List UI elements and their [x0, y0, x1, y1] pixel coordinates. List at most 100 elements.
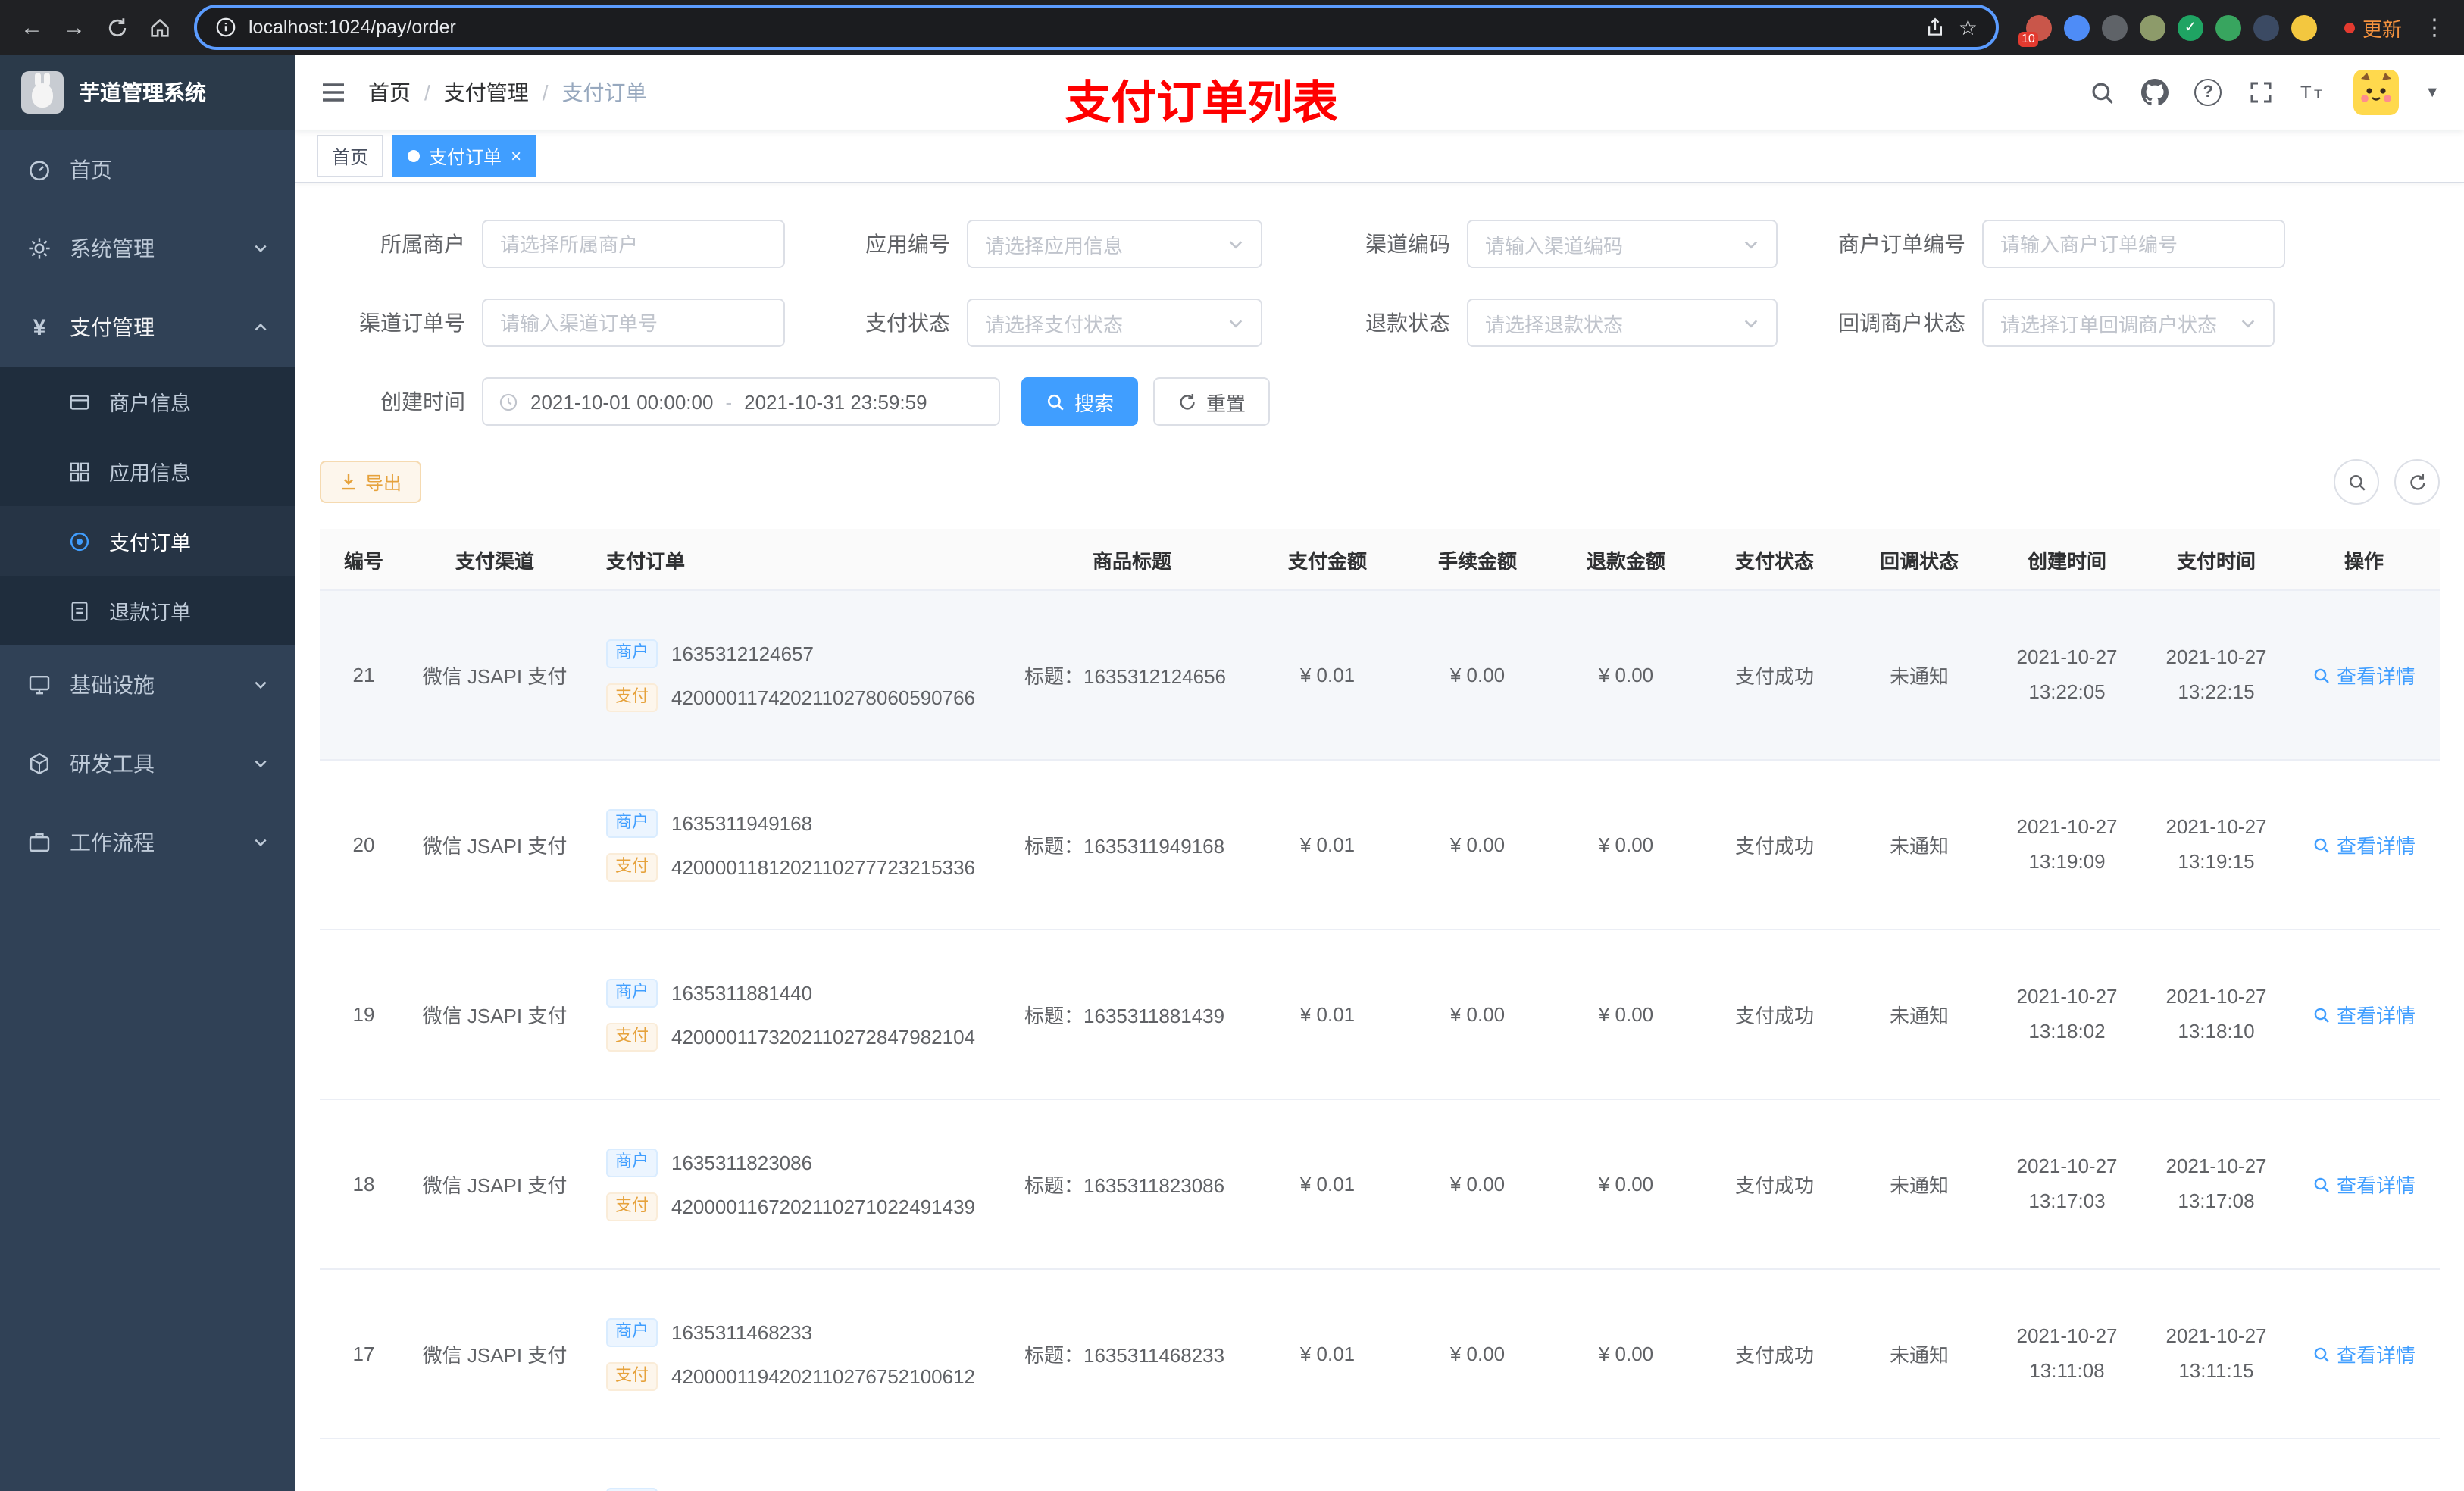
- table-body: 21 微信 JSAPI 支付 商户 1635312124657 支付 42000…: [320, 591, 2440, 1491]
- browser-chrome: ← → localhost:1024/pay/order ☆ 10 ✓ 更新 ⋮: [0, 0, 2464, 55]
- share-icon[interactable]: [1925, 17, 1946, 38]
- order-id-cell: 21: [352, 664, 375, 686]
- extension-7-icon[interactable]: [2253, 14, 2279, 40]
- sidebar-toggle-button[interactable]: [320, 79, 347, 106]
- chevron-down-icon: [253, 835, 268, 850]
- merchant-tag: 商户: [606, 639, 658, 667]
- yen-icon: ¥: [33, 314, 46, 340]
- extension-3-icon[interactable]: [2101, 14, 2128, 40]
- col-pay-status: 支付状态: [1734, 549, 1814, 572]
- pay-time-cell: 2021-10-27 13:22:15: [2165, 645, 2267, 703]
- clock-icon: [499, 392, 518, 411]
- reload-icon[interactable]: [97, 8, 136, 47]
- search-button[interactable]: 搜索: [1021, 377, 1139, 426]
- sidebar-item-pay-order[interactable]: 支付订单: [0, 506, 295, 576]
- sidebar-item-system[interactable]: 系统管理: [0, 209, 295, 288]
- browser-menu-icon[interactable]: ⋮: [2417, 14, 2452, 41]
- merchant-order-no: 1635311881440: [671, 981, 813, 1004]
- url-bar[interactable]: localhost:1024/pay/order ☆: [194, 5, 1999, 50]
- create-time-cell: 2021-10-27 13:22:05: [2016, 645, 2118, 703]
- channel-code-select[interactable]: 请输入渠道编码: [1467, 220, 1778, 268]
- view-detail-link[interactable]: 查看详情: [2312, 1339, 2416, 1368]
- sidebar-item-refund-order[interactable]: 退款订单: [0, 576, 295, 645]
- sidebar-item-workflow[interactable]: 工作流程: [0, 803, 295, 882]
- main-area: 首页 / 支付管理 / 支付订单 支付订单列表 ? TT ▼ 首页 支付订单 ×…: [295, 55, 2464, 1491]
- view-detail-link[interactable]: 查看详情: [2312, 661, 2416, 689]
- pay-tag: 支付: [606, 1361, 658, 1390]
- caret-down-icon[interactable]: ▼: [2425, 84, 2440, 101]
- breadcrumb-home[interactable]: 首页: [368, 77, 411, 108]
- refund-amount-cell: ¥ 0.00: [1598, 1343, 1654, 1365]
- forward-icon[interactable]: →: [55, 8, 94, 47]
- github-icon[interactable]: [2141, 79, 2169, 106]
- product-title-cell: 标题：1635311823086: [1024, 1174, 1225, 1197]
- channel-pay-no: 4200001181202110277723215336: [671, 855, 976, 878]
- actions-cell: 查看详情: [2288, 661, 2440, 689]
- sidebar-item-merchant-info[interactable]: 商户信息: [0, 367, 295, 436]
- extension-4-icon[interactable]: [2139, 14, 2165, 40]
- pay-amount-cell: ¥ 0.01: [1299, 1173, 1356, 1196]
- export-button[interactable]: 导出: [320, 461, 422, 503]
- back-icon[interactable]: ←: [12, 8, 52, 47]
- chevron-down-icon: [253, 756, 268, 771]
- pay-status-select[interactable]: 请选择支付状态: [967, 299, 1262, 347]
- filter-pay-status: 支付状态 请选择支付状态: [805, 299, 1262, 347]
- pay-order-cell: 商户 1635311823086 支付 42000011672021102710…: [582, 1148, 1012, 1221]
- channel-order-no-input[interactable]: [482, 299, 785, 347]
- extension-5-icon[interactable]: ✓: [2177, 14, 2203, 40]
- sidebar-item-home[interactable]: 首页: [0, 130, 295, 209]
- reset-button[interactable]: 重置: [1153, 377, 1271, 426]
- cube-icon: [27, 752, 52, 776]
- chevron-down-icon: [253, 677, 268, 692]
- refund-status-select[interactable]: 请选择退款状态: [1467, 299, 1778, 347]
- sidebar-item-dev-tools[interactable]: 研发工具: [0, 724, 295, 803]
- update-button[interactable]: 更新: [2344, 13, 2402, 42]
- merchant-input[interactable]: [482, 220, 785, 268]
- pay-amount-cell: ¥ 0.01: [1299, 833, 1356, 856]
- home-icon[interactable]: [139, 8, 179, 47]
- table-toolbar: 导出: [320, 459, 2440, 505]
- col-amount: 支付金额: [1287, 549, 1367, 572]
- sidebar-item-infrastructure[interactable]: 基础设施: [0, 645, 295, 724]
- date-range-picker[interactable]: 2021-10-01 00:00:00 - 2021-10-31 23:59:5…: [482, 377, 1000, 426]
- extension-6-icon[interactable]: [2215, 14, 2241, 40]
- order-id-cell: 18: [352, 1173, 375, 1196]
- help-icon[interactable]: ?: [2194, 79, 2222, 106]
- tab-pay-order[interactable]: 支付订单 ×: [392, 135, 537, 177]
- view-detail-link[interactable]: 查看详情: [2312, 1170, 2416, 1199]
- card-icon: [67, 389, 91, 414]
- chevron-down-icon: [1227, 236, 1244, 252]
- site-info-icon[interactable]: [215, 17, 236, 38]
- merchant-order-no: 1635311468233: [671, 1321, 813, 1343]
- merchant-tag: 商户: [606, 808, 658, 837]
- toggle-search-button[interactable]: [2334, 459, 2379, 505]
- sidebar-item-app-info[interactable]: 应用信息: [0, 436, 295, 506]
- tab-home[interactable]: 首页: [317, 135, 384, 177]
- refresh-table-button[interactable]: [2394, 459, 2440, 505]
- notify-status-select[interactable]: 请选择订单回调商户状态: [1982, 299, 2275, 347]
- pay-channel-cell: 微信 JSAPI 支付: [422, 1174, 568, 1197]
- close-tab-icon[interactable]: ×: [511, 147, 521, 165]
- breadcrumb-payment[interactable]: 支付管理: [444, 77, 529, 108]
- channel-pay-line: 支付 4200001181202110277723215336: [606, 852, 1012, 881]
- sidebar-item-payment[interactable]: ¥ 支付管理: [0, 288, 295, 367]
- svg-text:T: T: [2300, 83, 2312, 103]
- bookmark-star-icon[interactable]: ☆: [1959, 14, 1978, 40]
- col-notify-status: 回调状态: [1879, 549, 1959, 572]
- view-detail-link[interactable]: 查看详情: [2312, 830, 2416, 859]
- merchant-order-no-input[interactable]: [1982, 220, 2285, 268]
- title-prefix: 标题：: [1024, 835, 1084, 858]
- view-detail-link[interactable]: 查看详情: [2312, 1000, 2416, 1029]
- extension-8-icon[interactable]: [2290, 14, 2317, 40]
- app-id-select[interactable]: 请选择应用信息: [967, 220, 1262, 268]
- extension-2-icon[interactable]: [2063, 14, 2090, 40]
- fullscreen-icon[interactable]: [2247, 79, 2275, 106]
- order-id-cell: 20: [352, 833, 375, 856]
- extension-1-icon[interactable]: 10: [2018, 14, 2052, 46]
- font-size-icon[interactable]: TT: [2300, 79, 2328, 106]
- pay-tag: 支付: [606, 683, 658, 711]
- user-avatar[interactable]: [2353, 70, 2400, 115]
- tags-view: 首页 支付订单 ×: [295, 130, 2464, 183]
- search-icon[interactable]: [2088, 79, 2115, 106]
- browser-window: ← → localhost:1024/pay/order ☆ 10 ✓ 更新 ⋮ …: [0, 0, 2464, 1491]
